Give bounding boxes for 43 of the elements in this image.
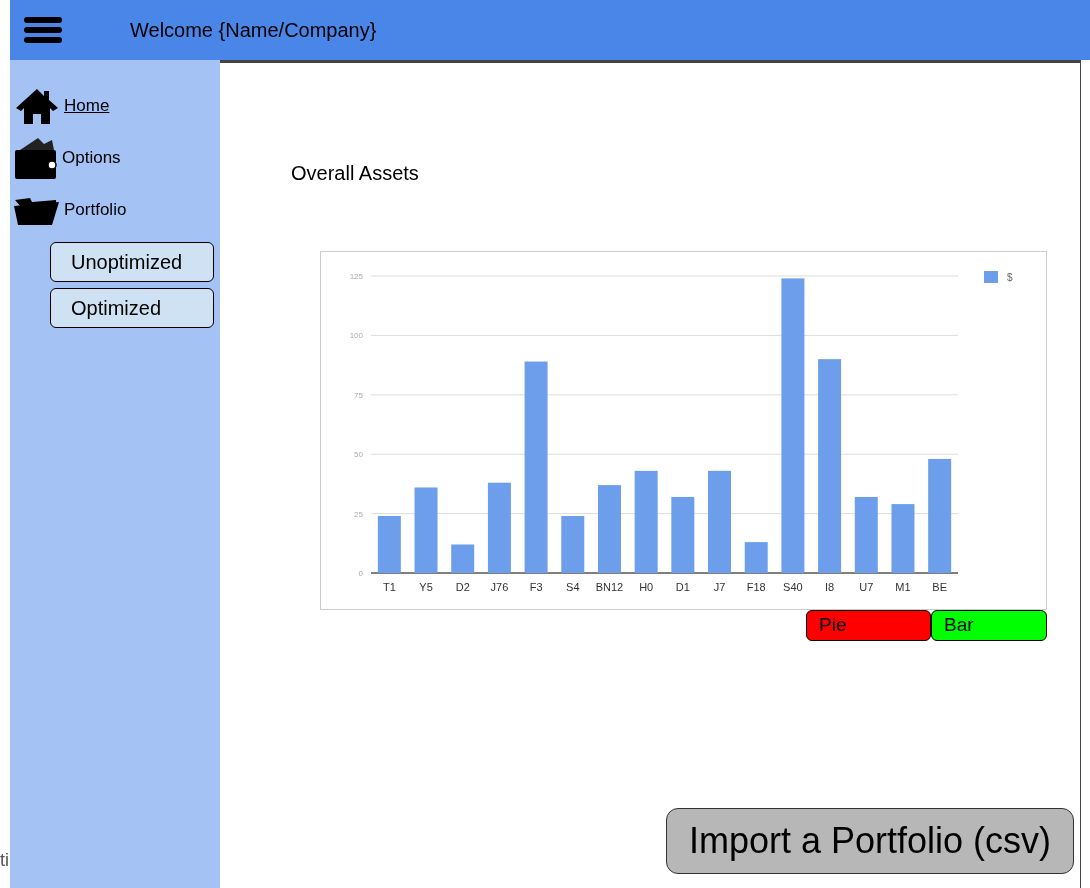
wallet-icon (14, 136, 58, 180)
nav-link[interactable]: Home (64, 93, 110, 119)
home-icon (14, 87, 60, 125)
nav-link[interactable]: Options (62, 145, 121, 171)
y-tick-label: 50 (354, 450, 363, 460)
cut-off-text: ti (0, 849, 9, 872)
x-tick-label: Y5 (419, 581, 433, 593)
x-tick-label: I8 (825, 581, 835, 593)
y-tick-label: 25 (354, 509, 363, 519)
x-tick-label: T1 (382, 581, 396, 593)
chart-type-button[interactable]: Bar (931, 610, 1047, 641)
y-tick-label: 100 (349, 331, 363, 341)
x-tick-label: F3 (529, 581, 543, 593)
x-tick-label: H0 (639, 581, 654, 593)
portfolio-subnav-button[interactable]: Unoptimized (50, 242, 214, 282)
menu-icon[interactable] (24, 17, 62, 43)
x-tick-label: M1 (895, 581, 911, 593)
legend-swatch (984, 271, 998, 283)
bar (377, 516, 401, 573)
x-tick-label: BE (932, 581, 947, 593)
bar (451, 544, 475, 573)
x-tick-label: F18 (746, 581, 766, 593)
nav-link[interactable]: Portfolio (64, 197, 127, 223)
x-tick-label: D1 (675, 581, 690, 593)
legend-label: $ (1007, 272, 1013, 283)
x-tick-label: J7 (713, 581, 726, 593)
x-tick-label: S4 (566, 581, 580, 593)
chart-type-button[interactable]: Pie (806, 610, 931, 641)
header-title: Welcome {Name/Company} (130, 18, 377, 43)
x-tick-label: U7 (859, 581, 874, 593)
section-title: Overall Assets (291, 161, 419, 186)
y-tick-label: 75 (354, 390, 363, 400)
x-tick-label: J76 (490, 581, 509, 593)
y-tick-label: 0 (358, 569, 363, 578)
bar (561, 516, 585, 573)
import-portfolio-button[interactable]: Import a Portfolio (csv) (666, 808, 1074, 874)
x-tick-label: D2 (455, 581, 470, 593)
portfolio-subnav-button[interactable]: Optimized (50, 288, 214, 328)
bar (891, 504, 915, 573)
x-tick-label: S40 (783, 581, 803, 593)
x-tick-label: BN12 (595, 581, 624, 593)
y-tick-label: 125 (349, 272, 363, 281)
bar (744, 542, 768, 573)
